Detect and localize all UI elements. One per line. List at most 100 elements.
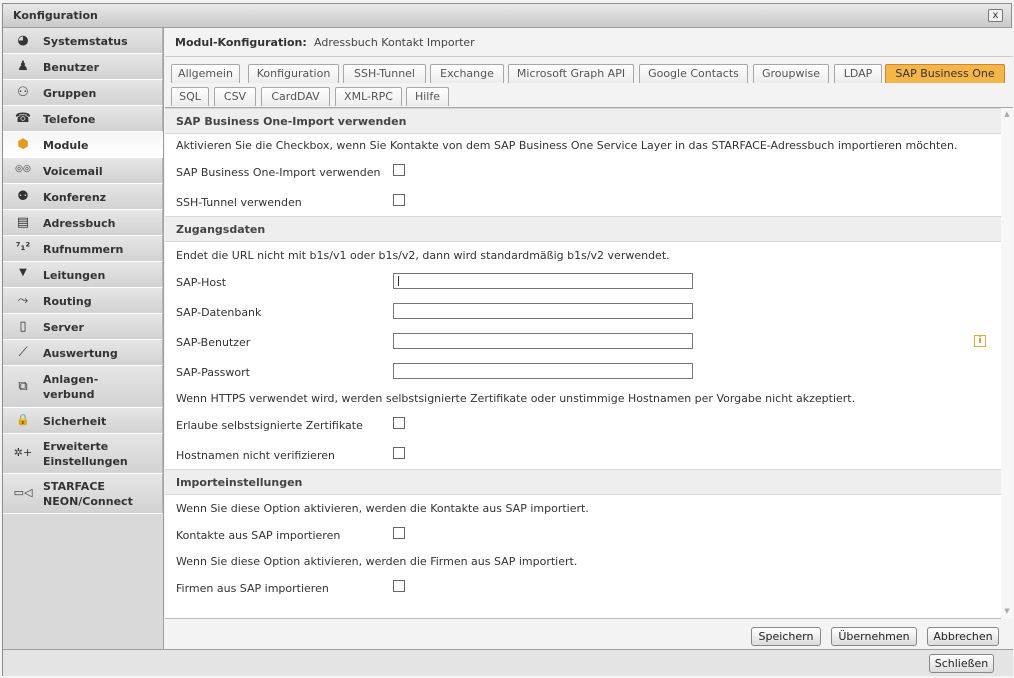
conference-icon: ⚉ bbox=[17, 189, 29, 204]
server-icon: ▯ bbox=[19, 319, 27, 334]
sidebar-item-systemstatus[interactable]: ◕ Systemstatus bbox=[3, 28, 163, 54]
tab-xml-rpc[interactable]: XML-RPC bbox=[335, 87, 402, 106]
lines-icon: ▼ bbox=[19, 267, 27, 278]
sidebar-item-label: Adressbuch bbox=[43, 217, 116, 230]
tab-microsoft-graph-api[interactable]: Microsoft Graph API bbox=[508, 64, 634, 83]
sidebar-item-sicherheit[interactable]: 🔒 Sicherheit bbox=[3, 408, 163, 434]
https-hint: Wenn HTTPS verwendet wird, werden selbst… bbox=[176, 392, 856, 405]
use-ssh-label: SSH-Tunnel verwenden bbox=[176, 196, 302, 209]
tab-csv[interactable]: CSV bbox=[214, 87, 256, 106]
no-verify-hostname-checkbox[interactable] bbox=[393, 447, 405, 459]
import-contacts-checkbox[interactable] bbox=[393, 527, 405, 539]
tab-sql[interactable]: SQL bbox=[171, 87, 209, 106]
section-header-zugangsdaten: Zugangsdaten bbox=[165, 216, 1001, 242]
sidebar-item-label: Module bbox=[43, 139, 89, 152]
sidebar-item-label: Leitungen bbox=[43, 269, 106, 282]
lock-icon: 🔒 bbox=[16, 413, 30, 426]
sap-pass-label: SAP-Passwort bbox=[176, 366, 250, 379]
allow-selfsigned-checkbox[interactable] bbox=[393, 417, 405, 429]
video-icon: ▭◁ bbox=[13, 486, 33, 499]
sidebar-item-label: Telefone bbox=[43, 113, 96, 126]
sidebar-item-auswertung[interactable]: ⟋ Auswertung bbox=[3, 340, 163, 366]
use-import-label: SAP Business One-Import verwenden bbox=[176, 166, 381, 179]
content-scrollbar[interactable]: ▲ ▼ bbox=[1001, 108, 1013, 619]
sap-pass-input[interactable] bbox=[393, 363, 693, 379]
sidebar-item-anlagenverbund[interactable]: ⧉ Anlagen- verbund bbox=[3, 366, 163, 408]
sidebar-item-leitungen[interactable]: ▼ Leitungen bbox=[3, 262, 163, 288]
text-cursor bbox=[398, 276, 399, 286]
tab-exchange[interactable]: Exchange bbox=[430, 64, 504, 83]
sap-db-label: SAP-Datenbank bbox=[176, 306, 262, 319]
phone-icon: ☎ bbox=[14, 111, 32, 126]
tab-groupwise[interactable]: Groupwise bbox=[753, 64, 829, 83]
module-config-label: Modul-Konfiguration: bbox=[175, 36, 307, 49]
network-icon: ⧉ bbox=[18, 379, 28, 394]
window-footer: Schließen bbox=[3, 649, 1013, 676]
sidebar-item-label: Anlagen- verbund bbox=[43, 373, 99, 401]
sidebar-item-label: Voicemail bbox=[43, 165, 103, 178]
scroll-up-icon[interactable]: ▲ bbox=[1003, 110, 1011, 118]
sidebar-item-gruppen[interactable]: ⚇ Gruppen bbox=[3, 80, 163, 106]
user-icon: ♟ bbox=[17, 59, 29, 74]
contacts-hint: Wenn Sie diese Option aktivieren, werden… bbox=[176, 502, 589, 515]
info-icon[interactable]: i bbox=[974, 335, 986, 347]
sidebar-item-rufnummern[interactable]: ⁷₁² Rufnummern bbox=[3, 236, 163, 262]
close-icon[interactable]: x bbox=[988, 9, 1003, 22]
section-header-importeinstellungen: Importeinstellungen bbox=[165, 469, 1001, 495]
tab-hilfe[interactable]: Hilfe bbox=[406, 87, 449, 106]
sidebar-item-label: Gruppen bbox=[43, 87, 97, 100]
sap-import-description: Aktivieren Sie die Checkbox, wenn Sie Ko… bbox=[176, 139, 958, 152]
sidebar-item-telefone[interactable]: ☎ Telefone bbox=[3, 106, 163, 132]
section-title: SAP Business One-Import verwenden bbox=[176, 115, 407, 128]
sidebar-item-label: Auswertung bbox=[43, 347, 118, 360]
sidebar-item-label: Systemstatus bbox=[43, 35, 128, 48]
section-title: Zugangsdaten bbox=[176, 223, 266, 236]
import-companies-checkbox[interactable] bbox=[393, 580, 405, 592]
sidebar-item-voicemail[interactable]: ◎◎ Voicemail bbox=[3, 158, 163, 184]
use-import-checkbox[interactable] bbox=[393, 164, 405, 176]
use-ssh-checkbox[interactable] bbox=[393, 194, 405, 206]
sidebar-item-module[interactable]: ⬢ Module bbox=[3, 132, 163, 158]
chart-icon: ⟋ bbox=[18, 345, 28, 360]
tab-sap-business-one[interactable]: SAP Business One bbox=[885, 64, 1005, 83]
numbers-icon: ⁷₁² bbox=[15, 240, 31, 253]
sap-host-input[interactable] bbox=[393, 273, 693, 289]
sidebar-item-adressbuch[interactable]: ▤ Adressbuch bbox=[3, 210, 163, 236]
tab-ssh-tunnel[interactable]: SSH-Tunnel bbox=[343, 64, 426, 83]
sidebar-item-konferenz[interactable]: ⚉ Konferenz bbox=[3, 184, 163, 210]
module-icon: ⬢ bbox=[17, 137, 29, 152]
tab-content: SAP Business One-Import verwenden Aktivi… bbox=[165, 108, 1013, 619]
settings-plus-icon: ✲+ bbox=[13, 446, 33, 459]
tab-konfiguration[interactable]: Konfiguration bbox=[248, 64, 339, 83]
no-verify-hostname-label: Hostnamen nicht verifizieren bbox=[176, 449, 335, 462]
module-name: Adressbuch Kontakt Importer bbox=[314, 36, 475, 49]
tab-allgemein[interactable]: Allgemein bbox=[171, 64, 240, 83]
tab-google-contacts[interactable]: Google Contacts bbox=[639, 64, 748, 83]
sidebar-item-starface-neon[interactable]: ▭◁ STARFACE NEON/Connect bbox=[3, 474, 163, 514]
import-companies-label: Firmen aus SAP importieren bbox=[176, 582, 329, 595]
apply-button[interactable]: Übernehmen bbox=[831, 627, 917, 646]
addressbook-icon: ▤ bbox=[16, 215, 30, 230]
cancel-button[interactable]: Abbrechen bbox=[927, 627, 999, 646]
sidebar-item-label: Benutzer bbox=[43, 61, 100, 74]
sidebar-item-label: Erweiterte Einstellungen bbox=[43, 440, 128, 468]
group-icon: ⚇ bbox=[17, 85, 29, 100]
sidebar-item-benutzer[interactable]: ♟ Benutzer bbox=[3, 54, 163, 80]
sidebar-item-routing[interactable]: ⤳ Routing bbox=[3, 288, 163, 314]
sap-user-input[interactable] bbox=[393, 333, 693, 349]
save-button[interactable]: Speichern bbox=[751, 627, 821, 646]
tab-ldap[interactable]: LDAP bbox=[834, 64, 882, 83]
sidebar-item-label: Server bbox=[43, 321, 84, 334]
scroll-down-icon[interactable]: ▼ bbox=[1003, 607, 1011, 615]
companies-hint: Wenn Sie diese Option aktivieren, werden… bbox=[176, 555, 578, 568]
sap-db-input[interactable] bbox=[393, 303, 693, 319]
module-header: Modul-Konfiguration: Adressbuch Kontakt … bbox=[165, 28, 1013, 57]
section-title: Importeinstellungen bbox=[176, 476, 303, 489]
url-hint: Endet die URL nicht mit b1s/v1 oder b1s/… bbox=[176, 249, 670, 262]
sidebar-item-server[interactable]: ▯ Server bbox=[3, 314, 163, 340]
sidebar-item-erweiterte-einstellungen[interactable]: ✲+ Erweiterte Einstellungen bbox=[3, 434, 163, 474]
tab-carddav[interactable]: CardDAV bbox=[261, 87, 330, 106]
title-bar: Konfiguration x bbox=[3, 4, 1011, 28]
window-title: Konfiguration bbox=[13, 9, 98, 22]
close-button[interactable]: Schließen bbox=[929, 654, 994, 673]
